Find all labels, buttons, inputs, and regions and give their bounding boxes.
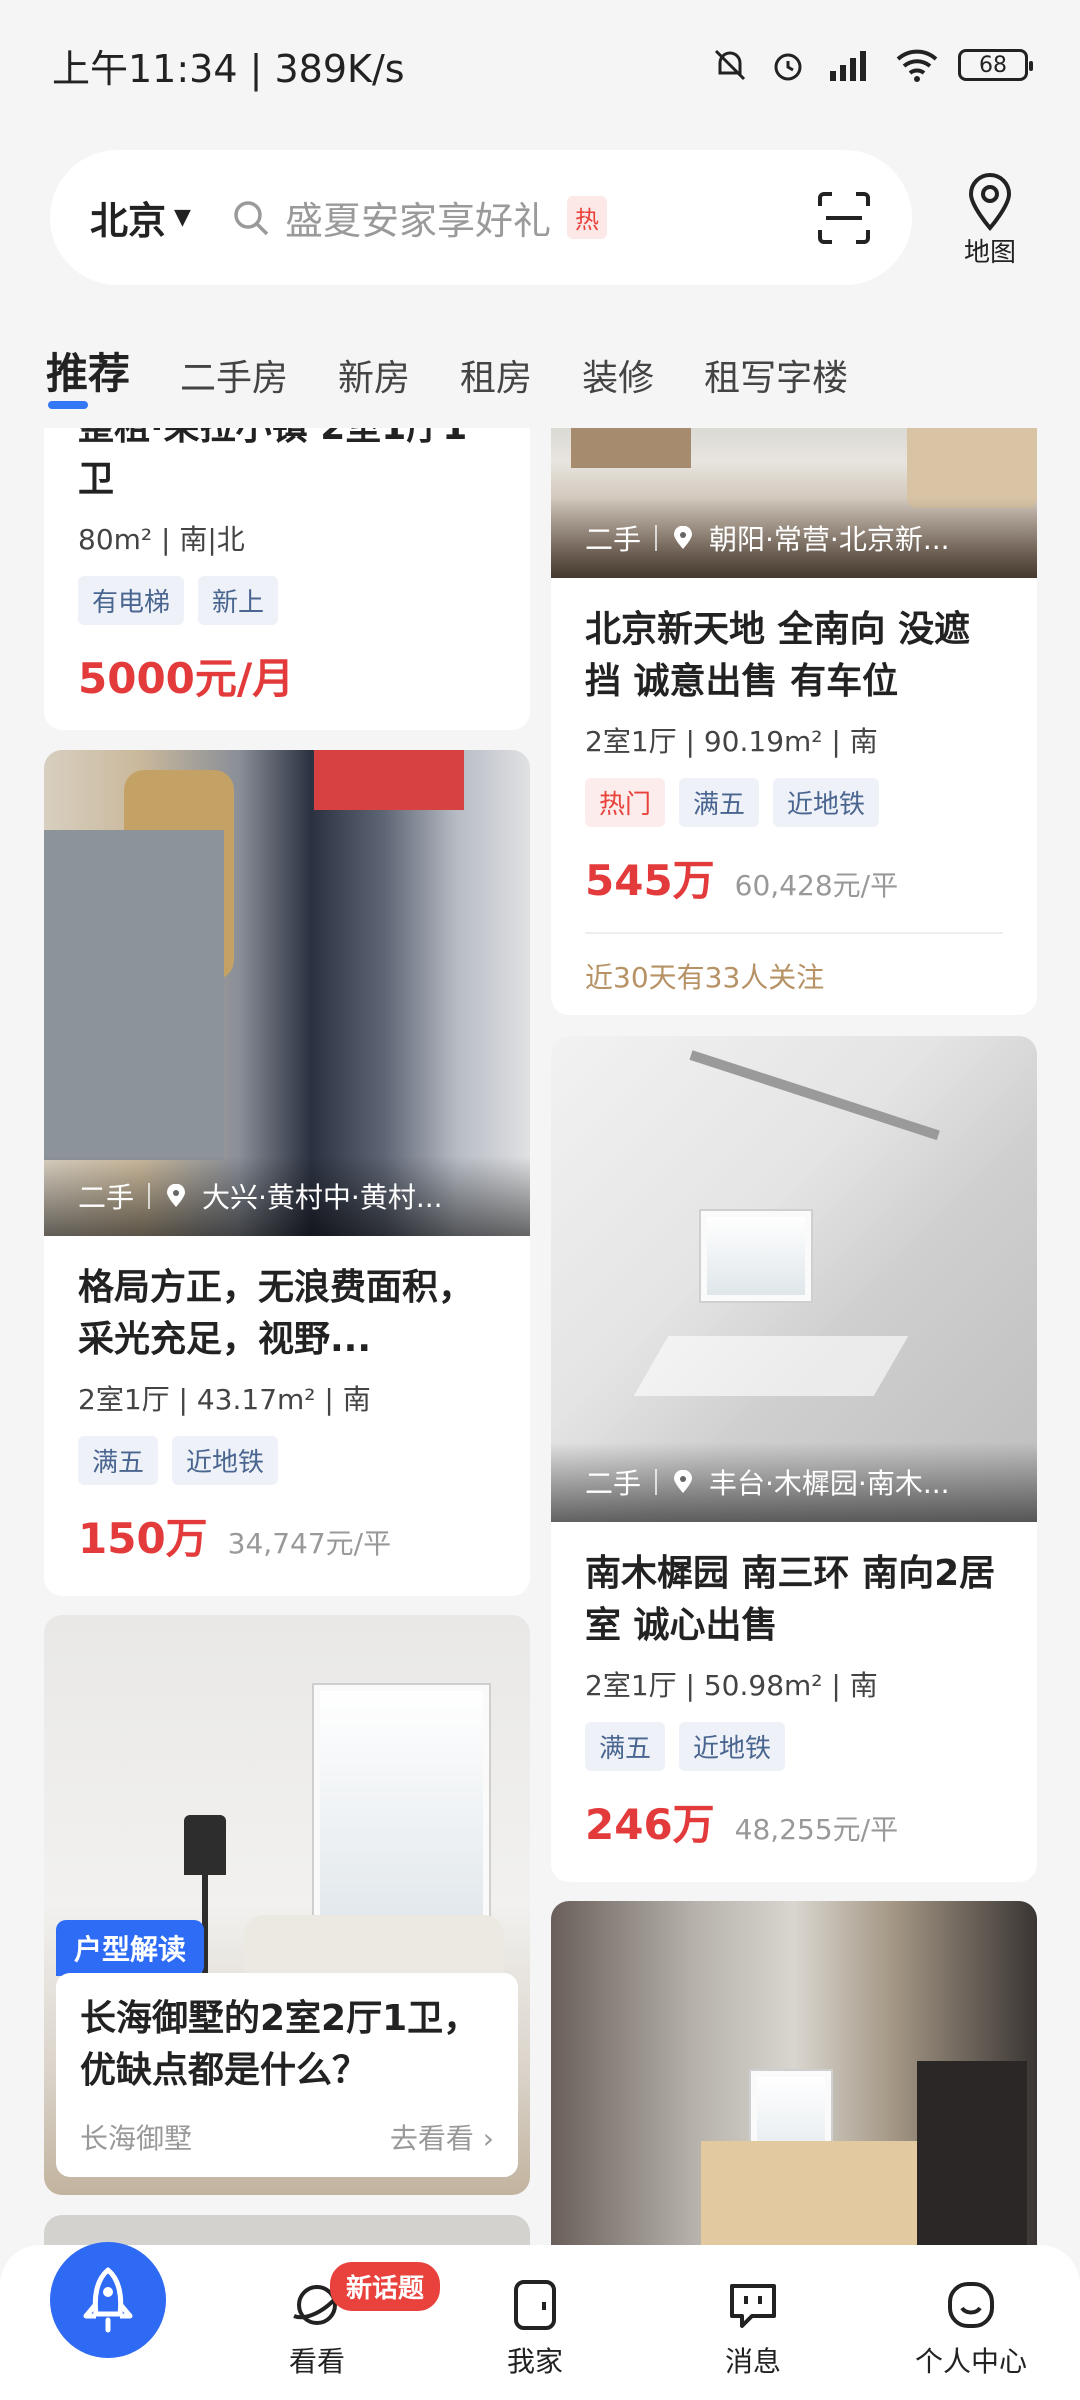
listing-card[interactable] [551, 1901, 1037, 2248]
message-icon [730, 2284, 776, 2328]
listing-title: 整租·呆拉小镇 2室1厅1卫 [78, 428, 467, 500]
caret-down-icon: ▼ [174, 205, 191, 230]
search-input[interactable]: 盛夏安家享好礼 [285, 190, 551, 245]
nav-my-home[interactable]: 我家 [445, 2276, 625, 2380]
article-title: 长海御墅的2室2厅1卫，优缺点都是什么？ [80, 1998, 480, 2091]
tag: 近地铁 [773, 778, 880, 827]
listing-title: 格局方正，无浪费面积，采光充足，视野... [78, 1267, 475, 1360]
unit-price: 60,428元/平 [734, 869, 899, 902]
listing-price: 150万 [78, 1514, 208, 1563]
network-speed: 389K/s [274, 46, 405, 91]
listing-meta: 2室1厅 | 90.19m² | 南 [585, 725, 878, 758]
map-label: 地图 [963, 238, 1016, 268]
tag: 满五 [585, 1722, 666, 1771]
tag: 近地铁 [679, 1722, 786, 1771]
map-button[interactable]: 地图 [950, 172, 1030, 272]
listing-feed: 整租·呆拉小镇 2室1厅1卫 80m² | 南|北 有电梯 新上 5000元/月… [0, 428, 1080, 2248]
listing-card[interactable]: 二手 丰台·木樨园·南木... 南木樨园 南三环 南向2居室 诚心出售 2室1厅… [551, 1036, 1037, 1882]
listing-meta: 2室1厅 | 50.98m² | 南 [585, 1669, 878, 1702]
rocket-icon [83, 2267, 133, 2333]
alarm-icon [774, 53, 802, 81]
listing-tags: 热门 满五 近地铁 [585, 778, 1003, 827]
listing-meta: 2室1厅 | 43.17m² | 南 [78, 1383, 371, 1416]
listing-photo: 二手 丰台·木樨园·南木... [551, 1036, 1037, 1522]
unit-price: 48,255元/平 [734, 1813, 899, 1846]
listing-title: 南木樨园 南三环 南向2居室 诚心出售 [585, 1553, 996, 1646]
mute-bell-icon [714, 49, 746, 81]
photo-overlay: 二手 大兴·黄村中·黄村... [44, 1156, 530, 1236]
listing-tags: 满五 近地铁 [78, 1436, 496, 1485]
battery-icon: 68 [958, 49, 1033, 81]
listing-tags: 满五 近地铁 [585, 1722, 1003, 1771]
category-tabs: 推荐 二手房 新房 租房 装修 租写字楼 [46, 340, 898, 409]
unit-price: 34,747元/平 [227, 1527, 392, 1560]
bottom-navigation: 看看 我家 消息 个人中心 [0, 2245, 1080, 2400]
hot-tag: 热 [566, 196, 607, 239]
search-icon [234, 200, 269, 235]
tab-second-hand[interactable]: 二手房 [180, 349, 288, 401]
listing-photo: 二手 大兴·黄村中·黄村... [44, 750, 530, 1236]
home-rocket-button[interactable] [50, 2242, 166, 2358]
location-pin-icon [674, 526, 693, 549]
divider [585, 932, 1003, 934]
listing-photo: 二手 朝阳·常营·北京新... [551, 428, 1037, 578]
listing-card[interactable]: 二手 大兴·黄村中·黄村... 格局方正，无浪费面积，采光充足，视野... 2室… [44, 750, 530, 1596]
scan-icon[interactable] [816, 190, 872, 246]
listing-meta: 80m² | 南|北 [78, 523, 245, 556]
city-selector[interactable]: 北京 ▼ [90, 190, 191, 245]
window-shape [314, 1685, 489, 1945]
tag: 满五 [78, 1436, 159, 1485]
attention-text: 近30天有33人关注 [585, 961, 825, 994]
listing-photo [551, 1901, 1037, 2248]
tab-rent[interactable]: 租房 [460, 349, 532, 401]
nav-profile[interactable]: 个人中心 [881, 2276, 1061, 2380]
photo-overlay: 二手 丰台·木樨园·南木... [551, 1442, 1037, 1522]
new-topic-badge: 新话题 [330, 2262, 441, 2311]
home-icon [514, 2280, 556, 2330]
article-card[interactable]: 户型解读 长海御墅的2室2厅1卫，优缺点都是什么？ 长海御墅 去看看 › [44, 1615, 530, 2195]
smile-icon [948, 2282, 994, 2328]
search-bar[interactable]: 北京 ▼ 盛夏安家享好礼 热 [50, 150, 912, 285]
tab-recommend[interactable]: 推荐 [46, 340, 130, 409]
tag: 满五 [679, 778, 760, 827]
search-header: 北京 ▼ 盛夏安家享好礼 热 地图 [0, 150, 1080, 285]
listing-price: 5000元/月 [78, 654, 295, 703]
listing-title: 北京新天地 全南向 没遮挡 诚意出售 有车位 [585, 609, 971, 702]
tab-new-house[interactable]: 新房 [338, 349, 410, 401]
article-link[interactable]: 去看看 › [390, 2117, 494, 2157]
listing-card[interactable]: 整租·呆拉小镇 2室1厅1卫 80m² | 南|北 有电梯 新上 5000元/月 [44, 428, 530, 730]
wifi-icon [896, 49, 938, 82]
listing-tags: 有电梯 新上 [78, 576, 496, 625]
photo-overlay: 二手 朝阳·常营·北京新... [551, 498, 1037, 578]
tab-decoration[interactable]: 装修 [582, 349, 654, 401]
tab-office-rent[interactable]: 租写字楼 [704, 349, 848, 401]
status-bar: 上午11:34 | 389K/s 68 [0, 0, 1080, 130]
window-shape [701, 1211, 811, 1301]
article-box: 长海御墅的2室2厅1卫，优缺点都是什么？ 长海御墅 去看看 › [56, 1973, 518, 2177]
signal-icon [830, 51, 866, 81]
location-pin-icon [674, 1470, 693, 1493]
status-icons: 68 [710, 45, 1033, 85]
article-badge: 户型解读 [56, 1920, 205, 1976]
status-time: 上午11:34 [52, 46, 238, 91]
tag: 近地铁 [172, 1436, 279, 1485]
listing-price: 545万 [585, 856, 715, 905]
nav-messages[interactable]: 消息 [663, 2276, 843, 2380]
listing-card[interactable]: 二手 朝阳·常营·北京新... 北京新天地 全南向 没遮挡 诚意出售 有车位 2… [551, 428, 1037, 1015]
tag: 热门 [585, 778, 666, 827]
location-pin-icon [167, 1184, 186, 1207]
listing-price: 246万 [585, 1800, 715, 1849]
article-source: 长海御墅 [80, 2122, 193, 2155]
status-left: 上午11:34 | 389K/s [52, 46, 405, 91]
tag: 有电梯 [78, 576, 185, 625]
map-pin-icon [968, 173, 1012, 232]
tag: 新上 [198, 576, 279, 625]
